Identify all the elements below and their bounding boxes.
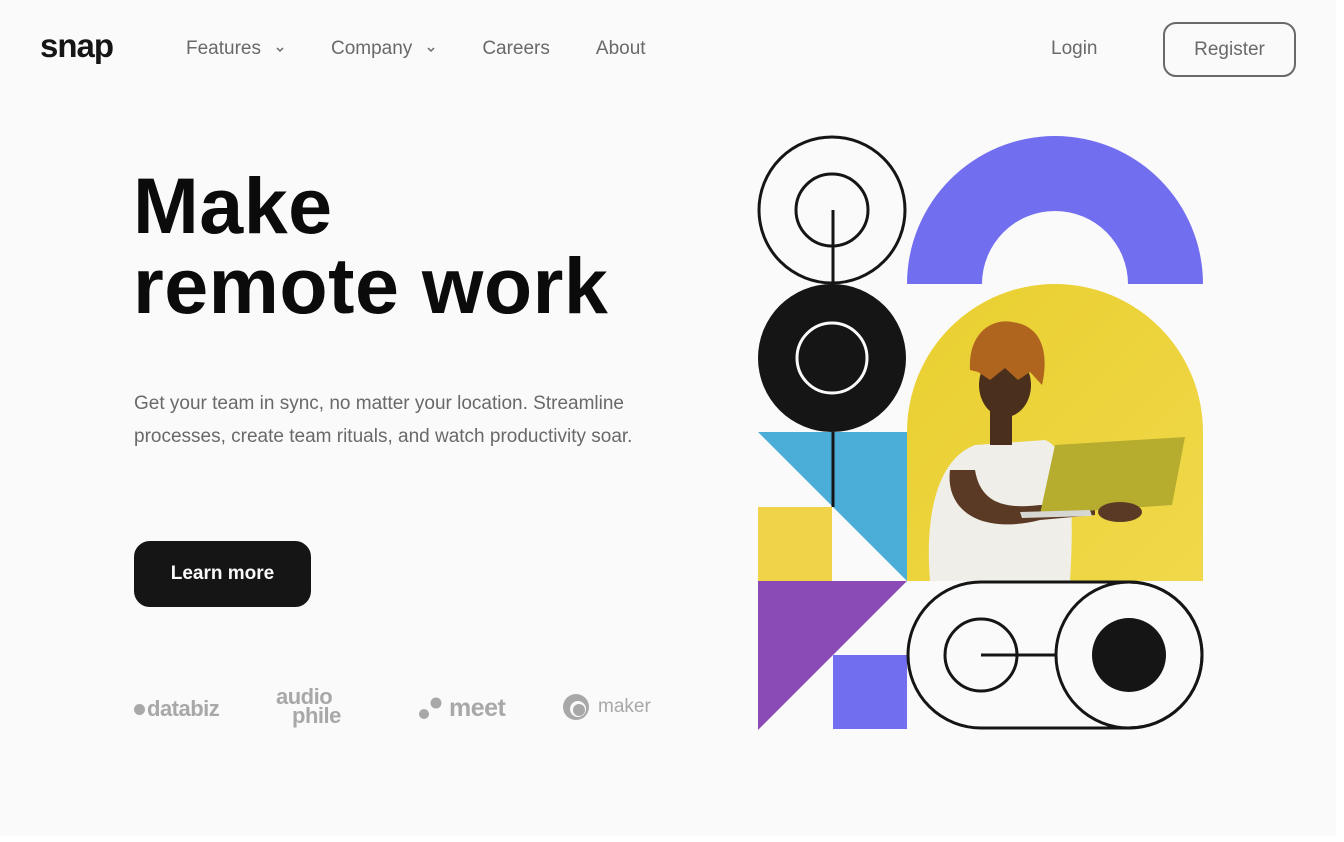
register-button[interactable]: Register: [1163, 22, 1296, 77]
person-photo: [907, 284, 1203, 581]
black-circle-shape: [758, 284, 906, 432]
hero-title: Make remote work: [133, 166, 608, 326]
nav-company[interactable]: Company: [331, 38, 436, 60]
page-edge-right: [1336, 0, 1344, 842]
hero-illustration: [757, 135, 1204, 730]
nav-careers[interactable]: Careers: [482, 38, 550, 60]
maker-logo: maker: [562, 693, 651, 721]
blue-shape: [833, 432, 907, 581]
nav-about-label: About: [595, 38, 646, 59]
purple-arch-shape: [907, 136, 1203, 284]
maker-swirl-icon: [563, 694, 589, 720]
nav-careers-label: Careers: [482, 38, 550, 59]
hero-description: Get your team in sync, no matter your lo…: [134, 393, 633, 447]
maker-logo-text: maker: [598, 696, 651, 717]
page-edge-bottom: [0, 836, 1344, 842]
databiz-dot-icon: [134, 703, 145, 715]
nav-company-label: Company: [330, 38, 413, 59]
chevron-down-icon: [427, 47, 435, 53]
chevron-down-icon: [276, 47, 284, 53]
databiz-logo: databiz: [134, 696, 220, 722]
pill-toggle-shape: [906, 580, 1204, 730]
purple-square-shape: [833, 655, 907, 729]
meet-dots-icon: [419, 697, 442, 719]
hero-title-line2: remote work: [133, 241, 609, 330]
audiophile-logo: audio phile: [276, 686, 341, 727]
nav-features[interactable]: Features: [186, 38, 285, 60]
snap-logo[interactable]: snap: [40, 26, 114, 66]
login-link[interactable]: Login: [1051, 36, 1098, 62]
nav-about[interactable]: About: [596, 38, 646, 60]
meet-logo-text: meet: [449, 694, 506, 722]
nav-features-label: Features: [186, 38, 261, 59]
blue-triangle-shape: [758, 432, 833, 507]
meet-logo: meet: [419, 694, 506, 723]
page: snap Features Company Careers About Logi…: [0, 0, 1336, 836]
learn-more-button[interactable]: Learn more: [134, 541, 311, 607]
main-nav: Features Company Careers About: [186, 36, 692, 62]
databiz-logo-text: databiz: [147, 696, 220, 721]
hero-title-line1: Make: [133, 161, 333, 250]
outlined-circle-icon: [757, 135, 907, 285]
yellow-square-shape: [758, 507, 832, 581]
